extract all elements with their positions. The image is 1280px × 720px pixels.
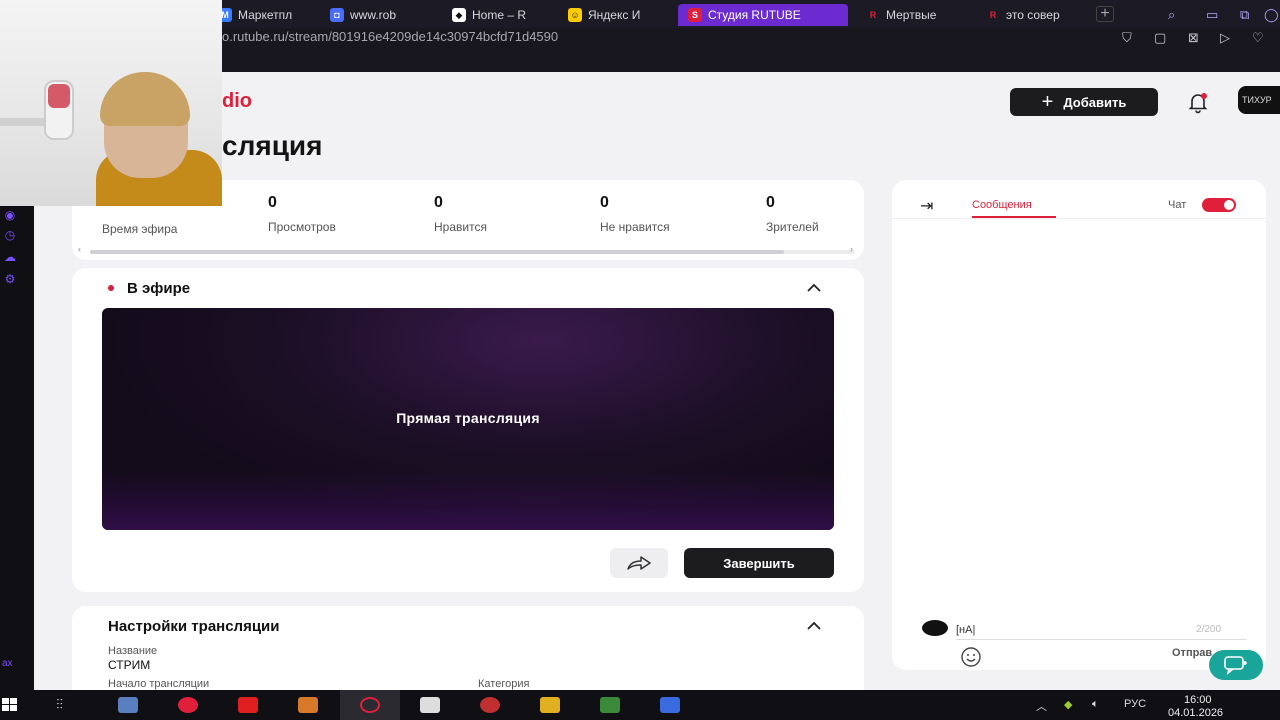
chat-char-counter: 2/200 <box>1196 624 1222 635</box>
headphones-icon[interactable] <box>540 697 560 713</box>
rutube-favicon-icon: R <box>866 8 880 22</box>
opera-icon[interactable] <box>360 697 380 713</box>
stat-viewers: 0 Зрителей <box>766 194 819 234</box>
browser-tab-3[interactable]: ◆ Home – R <box>452 4 548 26</box>
windows-taskbar: ⫶⫶ ︿ ◆ 🔈︎ РУС 16:00 04.01.2026 <box>0 690 1280 720</box>
category-label: Категория <box>478 678 530 690</box>
studio-logo[interactable]: dio <box>222 90 252 113</box>
chat-panel: ⇥ Сообщения Чат 2/200 Отправ <box>892 180 1266 670</box>
page-title: сляция <box>222 130 323 161</box>
browser-tab-6[interactable]: R Мертвые <box>866 4 962 26</box>
tray-expand-icon[interactable]: ︿ <box>1036 698 1047 714</box>
browser-tab-7[interactable]: R это совер <box>986 4 1082 26</box>
settings-title: Настройки трансляции <box>108 618 280 635</box>
rutube-favicon-icon: R <box>986 8 1000 22</box>
tab-favicon-icon: ☺ <box>568 8 582 22</box>
user-avatar[interactable]: ТИХУР <box>1238 86 1280 114</box>
share-button[interactable] <box>610 548 668 578</box>
obs-icon[interactable] <box>480 697 500 713</box>
chat-toggle-label: Чат <box>1168 199 1187 211</box>
live-card: В эфире Прямая трансляция Завершить <box>72 268 864 592</box>
roblox-icon[interactable] <box>660 697 680 713</box>
browser-tab-rutube-studio[interactable]: S Студия RUTUBE <box>678 4 848 26</box>
stat-likes: 0 Нравится <box>434 194 487 234</box>
stream-preview-player[interactable]: Прямая трансляция <box>102 308 834 530</box>
support-chat-icon <box>1224 656 1247 675</box>
collections-icon[interactable]: ⧉ <box>1240 7 1249 23</box>
name-label: Название <box>108 645 158 657</box>
rutube-studio-favicon-icon: S <box>688 8 702 22</box>
file-explorer-icon[interactable] <box>118 697 138 713</box>
search-icon[interactable]: ⌕ <box>1168 7 1175 23</box>
browser-tab-2[interactable]: ◘ www.rob <box>330 4 426 26</box>
task-view-icon[interactable]: ⫶⫶ <box>56 696 63 713</box>
tray-app-icon[interactable]: ◆ <box>1064 698 1072 711</box>
bookmark-icon[interactable]: ⛉ <box>1122 30 1132 46</box>
tab-messages[interactable]: Сообщения <box>972 199 1032 211</box>
webcam-overlay <box>0 0 222 206</box>
new-tab-button[interactable]: + <box>1096 6 1114 22</box>
clock-icon[interactable]: ◷ <box>2 228 18 242</box>
name-value[interactable]: СТРИМ <box>108 658 150 672</box>
stats-scroll-thumb[interactable] <box>90 250 784 254</box>
chevron-up-icon[interactable] <box>806 621 822 631</box>
yandex-browser-icon[interactable] <box>178 697 198 713</box>
volume-icon[interactable]: 🔈︎ <box>1092 698 1099 711</box>
browser-tab-1[interactable]: M Маркетпл <box>218 4 304 26</box>
stat-views: 0 Просмотров <box>268 194 336 234</box>
game-launcher-icon[interactable] <box>600 697 620 713</box>
tab-favicon-icon: ◆ <box>452 8 466 22</box>
media-player-icon[interactable] <box>298 697 318 713</box>
tab-favicon-icon: ◘ <box>330 8 344 22</box>
chat-user-avatar <box>922 620 948 636</box>
language-indicator[interactable]: РУС <box>1124 698 1146 710</box>
chat-toggle[interactable] <box>1202 198 1236 212</box>
reader-mode-icon[interactable]: ▢ <box>1154 30 1166 46</box>
profile-icon[interactable]: ◯ <box>1264 7 1279 23</box>
player-status-text: Прямая трансляция <box>396 410 540 426</box>
scroll-left-icon[interactable]: ‹ <box>78 244 81 254</box>
cloud-icon[interactable]: ☁ <box>2 250 18 264</box>
url-text[interactable]: o.rutube.ru/stream/801916e4209de14c30974… <box>222 29 558 44</box>
support-chat-button[interactable] <box>1209 650 1263 680</box>
broadcast-icon[interactable]: ◉ <box>2 208 18 222</box>
stat-dislikes: 0 Не нравится <box>600 194 670 234</box>
windows-start-icon[interactable] <box>2 698 18 712</box>
browser-tab-4[interactable]: ☺ Яндекс И <box>568 4 664 26</box>
plus-icon: + <box>1041 91 1054 113</box>
scroll-right-icon[interactable]: › <box>850 244 853 254</box>
stats-scrollbar[interactable] <box>90 250 854 254</box>
notepad-icon[interactable] <box>420 697 440 713</box>
live-label: В эфире <box>127 280 191 297</box>
clock-date[interactable]: 04.01.2026 <box>1168 707 1223 719</box>
share-arrow-icon <box>627 556 651 570</box>
end-stream-button[interactable]: Завершить <box>684 548 834 578</box>
tabs-icon[interactable]: ▭ <box>1206 7 1218 23</box>
send-icon[interactable]: ▷ <box>1220 30 1230 46</box>
clock-time[interactable]: 16:00 <box>1184 694 1212 706</box>
add-button[interactable]: + Добавить <box>1010 88 1158 116</box>
send-button[interactable]: Отправ <box>1172 647 1212 659</box>
collapse-panel-icon[interactable]: ⇥ <box>920 196 933 216</box>
heart-icon[interactable]: ♡ <box>1252 30 1264 46</box>
start-label: Начало трансляции <box>108 678 210 690</box>
block-icon[interactable]: ⊠ <box>1188 30 1199 46</box>
emoji-icon[interactable] <box>960 646 982 668</box>
yandex-icon[interactable] <box>238 697 258 713</box>
notifications-bell-icon[interactable] <box>1186 90 1210 114</box>
settings-icon[interactable]: ⚙ <box>2 272 18 286</box>
chevron-up-icon[interactable] <box>806 283 822 293</box>
sidebar-bottom-label: аx <box>2 658 13 669</box>
live-indicator-icon <box>108 285 114 291</box>
